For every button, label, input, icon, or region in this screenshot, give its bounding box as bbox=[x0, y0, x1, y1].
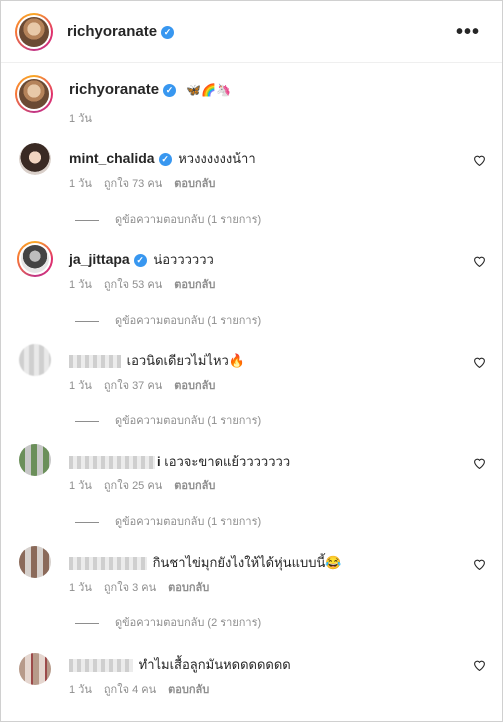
comment-username[interactable]: ja_jittapa bbox=[69, 251, 130, 267]
redacted-username[interactable] bbox=[69, 557, 147, 571]
like-heart-icon[interactable] bbox=[473, 558, 486, 570]
caption-text: 🦋🌈🦄 bbox=[186, 83, 232, 97]
comment-avatar[interactable] bbox=[19, 653, 51, 685]
reply-button[interactable]: ตอบกลับ bbox=[174, 279, 215, 291]
comment-likes[interactable]: ถูกใจ 3 คน bbox=[104, 582, 156, 594]
like-heart-icon[interactable] bbox=[473, 356, 486, 368]
comment-text: เอวจะขาดแย้ววววววว bbox=[164, 454, 291, 469]
comment-avatar[interactable] bbox=[19, 143, 51, 175]
caption-time: 1 วัน bbox=[69, 113, 92, 125]
comment-likes[interactable]: ถูกใจ 53 คน bbox=[104, 279, 162, 291]
comment-body: เอวนิดเดียวไม่ไหว🔥 bbox=[69, 350, 245, 371]
like-heart-icon[interactable] bbox=[473, 154, 486, 166]
post-comments-panel: richyoranate ✓ ••• richyoranate ✓ 🦋🌈🦄 1 วั… bbox=[0, 0, 503, 722]
comment-meta: 1 วัน ถูกใจ 4 คน ตอบกลับ bbox=[69, 680, 221, 698]
comment-time: 1 วัน bbox=[69, 380, 92, 392]
view-replies-button[interactable]: ดูข้อความตอบกลับ (1 รายการ) bbox=[75, 411, 261, 429]
comment-meta: 1 วัน ถูกใจ 25 คน ตอบกลับ bbox=[69, 476, 227, 494]
comment-likes[interactable]: ถูกใจ 37 คน bbox=[104, 380, 162, 392]
comment-body: mint_chalida ✓ หวงงงงงงน้าา bbox=[69, 148, 256, 169]
verified-badge-icon: ✓ bbox=[163, 83, 177, 97]
comment-text: กินชาไข่มุกยังไงให้ได้หุ่นแบบนี้😂 bbox=[152, 555, 342, 570]
verified-badge-icon: ✓ bbox=[161, 25, 175, 39]
caption-avatar[interactable] bbox=[15, 75, 53, 113]
author-username[interactable]: richyoranate bbox=[67, 23, 157, 40]
comment-likes[interactable]: ถูกใจ 25 คน bbox=[104, 480, 162, 492]
comment-avatar[interactable] bbox=[19, 546, 51, 578]
comment-meta: 1 วัน ถูกใจ 3 คน ตอบกลับ bbox=[69, 578, 221, 596]
comment-username-suffix[interactable]: i bbox=[157, 454, 161, 469]
redacted-username[interactable] bbox=[69, 355, 121, 369]
comment-meta: 1 วัน ถูกใจ 53 คน ตอบกลับ bbox=[69, 275, 227, 293]
author-avatar[interactable] bbox=[15, 13, 53, 51]
comment-likes[interactable]: ถูกใจ 4 คน bbox=[104, 684, 156, 696]
comment-meta: 1 วัน ถูกใจ 37 คน ตอบกลับ bbox=[69, 376, 227, 394]
comment-username[interactable]: mint_chalida bbox=[69, 150, 155, 166]
redacted-username[interactable] bbox=[69, 659, 133, 673]
comment-body: กินชาไข่มุกยังไงให้ได้หุ่นแบบนี้😂 bbox=[69, 552, 342, 573]
comment-text: หวงงงงงงน้าา bbox=[178, 151, 256, 166]
verified-badge-icon: ✓ bbox=[133, 254, 147, 268]
reply-button[interactable]: ตอบกลับ bbox=[174, 480, 215, 492]
comment-text: ทำไมเสื้อลูกมันหดดดดดดด bbox=[138, 657, 291, 672]
comment-avatar[interactable] bbox=[19, 444, 51, 476]
reply-button[interactable]: ตอบกลับ bbox=[168, 582, 209, 594]
comment-time: 1 วัน bbox=[69, 684, 92, 696]
reply-button[interactable]: ตอบกลับ bbox=[174, 178, 215, 190]
comment-body: ja_jittapa ✓ น่อวววววว bbox=[69, 249, 214, 270]
verified-badge-icon: ✓ bbox=[158, 153, 172, 167]
comment-meta: 1 วัน ถูกใจ 73 คน ตอบกลับ bbox=[69, 174, 227, 192]
more-options-icon[interactable]: ••• bbox=[456, 21, 480, 44]
comment-time: 1 วัน bbox=[69, 480, 92, 492]
comment-time: 1 วัน bbox=[69, 279, 92, 291]
redacted-username[interactable] bbox=[69, 456, 155, 470]
comment-time: 1 วัน bbox=[69, 178, 92, 190]
reply-button[interactable]: ตอบกลับ bbox=[168, 684, 209, 696]
comment-likes[interactable]: ถูกใจ 73 คน bbox=[104, 178, 162, 190]
comment-avatar[interactable] bbox=[19, 344, 51, 376]
like-heart-icon[interactable] bbox=[473, 457, 486, 469]
like-heart-icon[interactable] bbox=[473, 659, 486, 671]
comment-body: ทำไมเสื้อลูกมันหดดดดดดด bbox=[69, 654, 291, 675]
author-username-link[interactable]: richyoranate ✓ bbox=[67, 23, 175, 40]
caption-row: richyoranate ✓ 🦋🌈🦄 bbox=[69, 81, 231, 98]
view-replies-button[interactable]: ดูข้อความตอบกลับ (1 รายการ) bbox=[75, 512, 261, 530]
like-heart-icon[interactable] bbox=[473, 255, 486, 267]
caption-username[interactable]: richyoranate bbox=[69, 81, 159, 98]
view-replies-button[interactable]: ดูข้อความตอบกลับ (1 รายการ) bbox=[75, 311, 261, 329]
comment-text: น่อวววววว bbox=[153, 252, 214, 267]
reply-button[interactable]: ตอบกลับ bbox=[174, 380, 215, 392]
comment-body: i เอวจะขาดแย้ววววววว bbox=[69, 451, 290, 472]
comment-text: เอวนิดเดียวไม่ไหว🔥 bbox=[126, 353, 246, 368]
post-header: richyoranate ✓ ••• bbox=[1, 1, 502, 63]
comment-time: 1 วัน bbox=[69, 582, 92, 594]
view-replies-button[interactable]: ดูข้อความตอบกลับ (1 รายการ) bbox=[75, 210, 261, 228]
view-replies-button[interactable]: ดูข้อความตอบกลับ (2 รายการ) bbox=[75, 613, 261, 631]
comment-avatar[interactable] bbox=[17, 241, 53, 277]
